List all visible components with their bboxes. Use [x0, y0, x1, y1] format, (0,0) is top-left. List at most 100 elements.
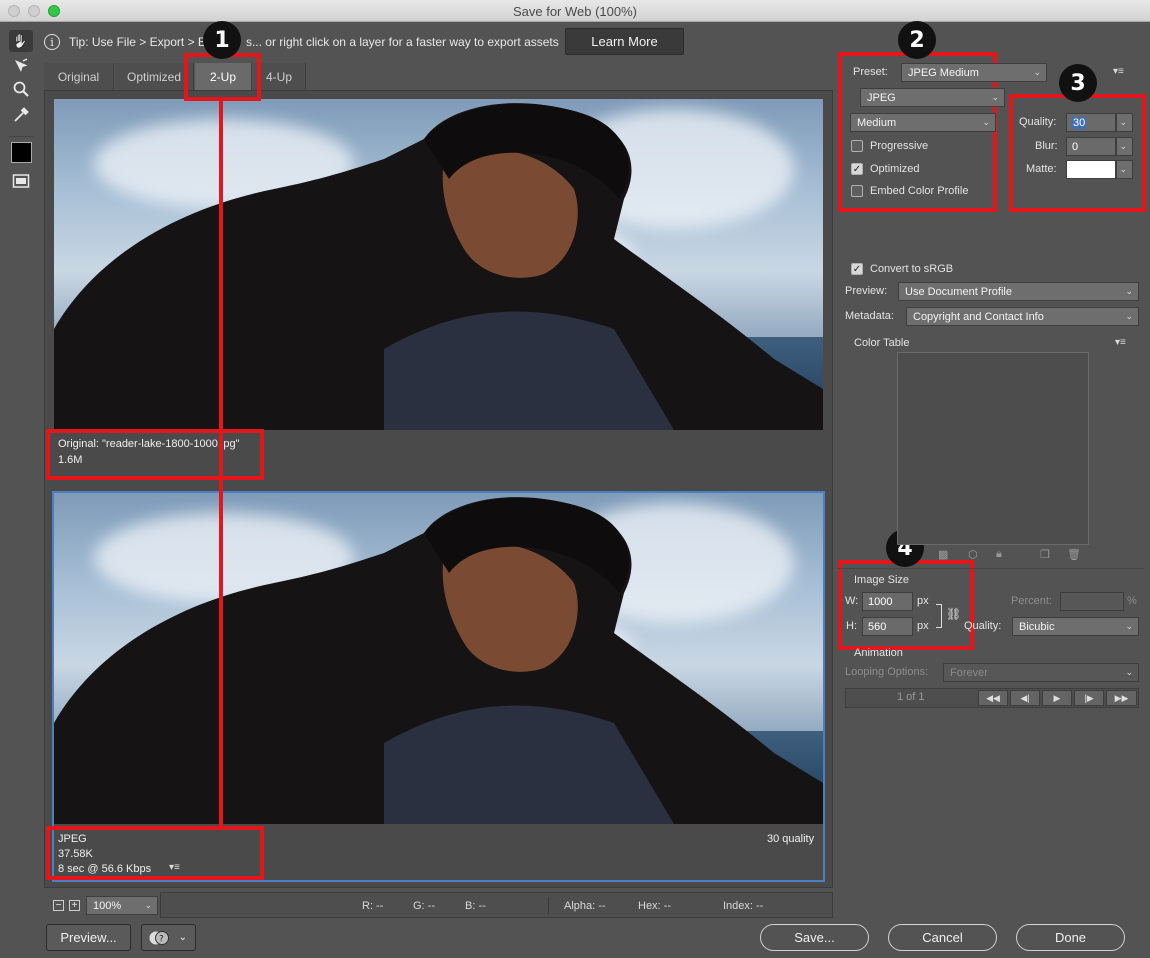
zoom-level-value: 100%	[93, 899, 122, 912]
preset-select[interactable]: JPEG Medium ⌄	[901, 63, 1047, 82]
width-input[interactable]: 1000	[862, 592, 913, 611]
done-button[interactable]: Done	[1016, 924, 1125, 951]
image-size-title: Image Size	[854, 574, 910, 586]
hex-value: Hex: --	[638, 900, 671, 912]
checkmark-icon: ✓	[852, 163, 862, 175]
looping-options-value: Forever	[950, 666, 988, 679]
file-format-select[interactable]: JPEG ⌄	[860, 88, 1005, 107]
browser-select-button[interactable]: ? ⌄	[141, 924, 196, 951]
last-frame-button[interactable]: ▶▶	[1106, 690, 1137, 706]
eyedropper-tool-icon[interactable]	[9, 104, 33, 126]
annotation-box-tab	[184, 53, 261, 101]
next-frame-button[interactable]: |▶	[1074, 690, 1104, 706]
looping-options-select[interactable]: Forever ⌄	[943, 663, 1139, 682]
annotation-box-optimized-info	[46, 826, 264, 880]
progressive-label: Progressive	[870, 140, 929, 152]
optimized-checkbox[interactable]: ✓	[851, 163, 863, 175]
chevron-down-icon: ⌄	[1033, 67, 1041, 77]
chevron-down-icon: ⌄	[982, 117, 990, 127]
percent-input[interactable]	[1060, 592, 1124, 611]
color-table-menu-icon[interactable]: ▾≡	[1115, 337, 1126, 348]
progressive-checkbox[interactable]	[851, 140, 863, 152]
tip-text: Tip: Use File > Export > E	[69, 35, 206, 49]
color-table[interactable]	[897, 352, 1089, 545]
tools-divider	[9, 136, 33, 137]
previous-frame-button[interactable]: ◀|	[1010, 690, 1040, 706]
blue-value: B: --	[465, 900, 486, 912]
preview-profile-select[interactable]: Use Document Profile ⌄	[898, 282, 1139, 301]
optimized-image[interactable]	[54, 493, 823, 824]
tab-optimized[interactable]: Optimized	[115, 63, 194, 90]
green-value: G: --	[413, 900, 435, 912]
height-unit: px	[917, 620, 929, 632]
resample-quality-select[interactable]: Bicubic ⌄	[1012, 617, 1139, 636]
info-icon: i	[44, 34, 60, 50]
frame-counter: 1 of 1	[897, 691, 925, 703]
eyedropper-color-swatch[interactable]	[11, 142, 32, 163]
optimized-label: Optimized	[870, 163, 920, 175]
web-shift-icon[interactable]: ⬡	[968, 548, 978, 561]
chevron-down-icon: ⌄	[1125, 621, 1133, 631]
preview-profile-value: Use Document Profile	[905, 285, 1012, 298]
tip-bar: i Tip: Use File > Export > E s... or rig…	[44, 31, 824, 53]
matte-color-swatch[interactable]	[1066, 160, 1116, 179]
status-divider	[548, 897, 549, 914]
quality-value: 30	[1072, 116, 1087, 129]
blur-input[interactable]: 0	[1066, 137, 1116, 156]
quality-slider-toggle[interactable]: ⌄	[1116, 113, 1133, 132]
browser-icon: ?	[149, 930, 169, 945]
matte-select[interactable]: ⌄	[1116, 160, 1133, 179]
lock-color-icon[interactable]: 🔒︎	[996, 548, 1002, 561]
chevron-down-icon: ⌄	[1125, 311, 1133, 321]
annotation-badge-2: 2	[898, 21, 936, 59]
toggle-slices-visibility-icon[interactable]	[9, 170, 33, 192]
resample-quality-label: Quality:	[964, 620, 1002, 632]
quality-label: Quality:	[1019, 116, 1057, 128]
chevron-down-icon: ⌄	[1125, 286, 1133, 296]
blur-label: Blur:	[1035, 140, 1058, 152]
zoom-level-select[interactable]: 100% ⌄	[86, 896, 158, 915]
link-icon[interactable]: ⛓︎	[946, 607, 961, 621]
embed-color-profile-label: Embed Color Profile	[870, 185, 969, 197]
play-button[interactable]: ▶	[1042, 690, 1072, 706]
compression-quality-value: Medium	[857, 116, 897, 129]
save-button[interactable]: Save...	[760, 924, 869, 951]
learn-more-button[interactable]: Learn More	[565, 28, 684, 55]
chevron-down-icon: ⌄	[1119, 141, 1127, 151]
convert-srgb-checkbox[interactable]: ✓	[851, 263, 863, 275]
compression-quality-select[interactable]: Medium ⌄	[850, 113, 996, 132]
zoom-out-button[interactable]: −	[53, 900, 64, 911]
cancel-button[interactable]: Cancel	[888, 924, 997, 951]
index-value: Index: --	[723, 900, 764, 912]
tip-text-continued: s... or right click on a layer for a fas…	[245, 35, 559, 49]
annotation-badge-3: 3	[1059, 64, 1097, 102]
annotation-box-original-info	[46, 429, 264, 480]
new-color-icon[interactable]: ❐	[1040, 548, 1050, 561]
zoom-tool-icon[interactable]	[9, 78, 33, 100]
embed-color-profile-checkbox[interactable]	[851, 185, 863, 197]
window-title: Save for Web (100%)	[512, 4, 638, 19]
map-to-transparent-icon[interactable]: ▩	[938, 548, 948, 561]
metadata-select[interactable]: Copyright and Contact Info ⌄	[906, 307, 1139, 326]
original-image[interactable]	[54, 99, 823, 430]
matte-label: Matte:	[1026, 163, 1057, 175]
hand-tool-icon[interactable]	[9, 30, 33, 52]
chevron-down-icon: ⌄	[991, 92, 999, 102]
metadata-value: Copyright and Contact Info	[913, 310, 1044, 323]
metadata-label: Metadata:	[845, 310, 894, 322]
tab-original[interactable]: Original	[44, 63, 114, 90]
blur-slider-toggle[interactable]: ⌄	[1116, 137, 1133, 156]
delete-color-icon[interactable]: 🗑︎	[1067, 548, 1081, 561]
height-input[interactable]: 560	[862, 617, 913, 636]
zoom-in-button[interactable]: +	[69, 900, 80, 911]
looping-options-label: Looping Options:	[845, 666, 929, 678]
preview-in-browser-button[interactable]: Preview...	[46, 924, 131, 951]
chevron-down-icon: ⌄	[1119, 117, 1127, 127]
convert-srgb-label: Convert to sRGB	[870, 263, 954, 275]
first-frame-button[interactable]: ◀◀	[978, 690, 1008, 706]
animation-title: Animation	[854, 647, 903, 659]
optimize-menu-icon[interactable]: ▾≡	[1113, 66, 1124, 77]
chevron-down-icon: ⌄	[1125, 667, 1133, 677]
slice-select-tool-icon[interactable]	[9, 55, 33, 77]
quality-input[interactable]: 30	[1066, 113, 1116, 132]
